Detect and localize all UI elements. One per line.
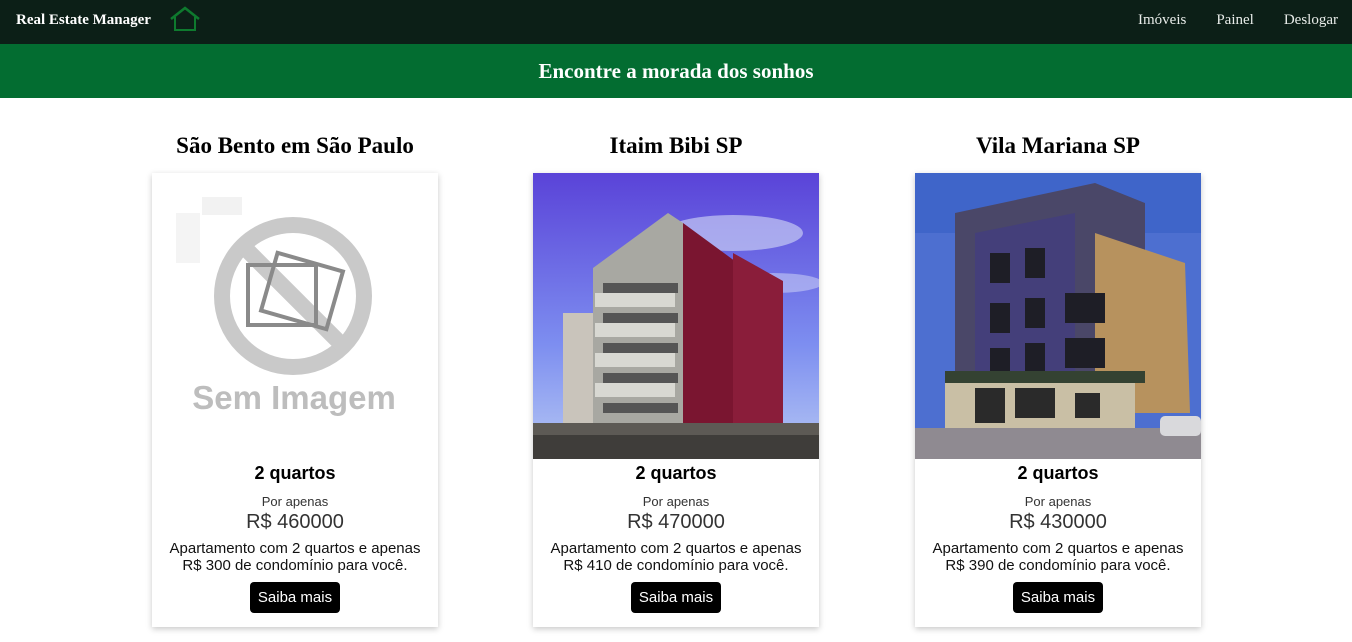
saiba-mais-button[interactable]: Saiba mais [1012, 582, 1104, 613]
listing-vila-mariana: Vila Mariana SP 2 quartos Por apenas R$ … [915, 130, 1201, 627]
nav-link-deslogar[interactable]: Deslogar [1284, 12, 1338, 29]
property-card: Sem Imagem 2 quartos Por apenas R$ 46000… [152, 173, 438, 627]
price-prefix: Por apenas [261, 494, 329, 509]
price-prefix: Por apenas [1024, 494, 1092, 509]
property-card: 2 quartos Por apenas R$ 470000 Apartamen… [533, 173, 819, 627]
listing-itaim-bibi: Itaim Bibi SP 2 quartos Por apenas R$ 47… [533, 130, 819, 627]
building-photo [915, 173, 1201, 459]
listing-title: Itaim Bibi SP [609, 133, 743, 158]
saiba-mais-button[interactable]: Saiba mais [249, 582, 341, 613]
property-card: 2 quartos Por apenas R$ 430000 Apartamen… [915, 173, 1201, 627]
price-value: R$ 470000 [627, 511, 725, 533]
nav-link-painel[interactable]: Painel [1216, 12, 1254, 29]
description: Apartamento com 2 quartos e apenas R$ 39… [932, 540, 1184, 574]
description: Apartamento com 2 quartos e apenas R$ 30… [169, 540, 421, 574]
nav-link-imoveis[interactable]: Imóveis [1138, 12, 1186, 29]
listing-title: Vila Mariana SP [976, 133, 1140, 158]
no-image-placeholder: Sem Imagem [152, 173, 438, 459]
price-prefix: Por apenas [642, 494, 710, 509]
hero-title: Encontre a morada dos sonhos [538, 58, 814, 83]
nav-links: Imóveis Painel Deslogar [1138, 12, 1338, 29]
hero-banner: Encontre a morada dos sonhos [0, 44, 1352, 98]
navbar: Real Estate Manager Imóveis Painel Deslo… [0, 0, 1352, 44]
listing-sao-bento: São Bento em São Paulo Sem Imagem 2 quar… [152, 130, 438, 627]
price-value: R$ 460000 [246, 511, 344, 533]
description: Apartamento com 2 quartos e apenas R$ 41… [550, 540, 802, 574]
rooms-label: 2 quartos [254, 463, 336, 483]
rooms-label: 2 quartos [635, 463, 717, 483]
placeholder-label: Sem Imagem [192, 379, 396, 416]
brand-name[interactable]: Real Estate Manager [16, 12, 151, 29]
building-photo [533, 173, 819, 459]
house-icon [170, 6, 200, 31]
price-value: R$ 430000 [1009, 511, 1107, 533]
rooms-label: 2 quartos [1017, 463, 1099, 483]
listing-title: São Bento em São Paulo [176, 133, 414, 158]
saiba-mais-button[interactable]: Saiba mais [630, 582, 722, 613]
